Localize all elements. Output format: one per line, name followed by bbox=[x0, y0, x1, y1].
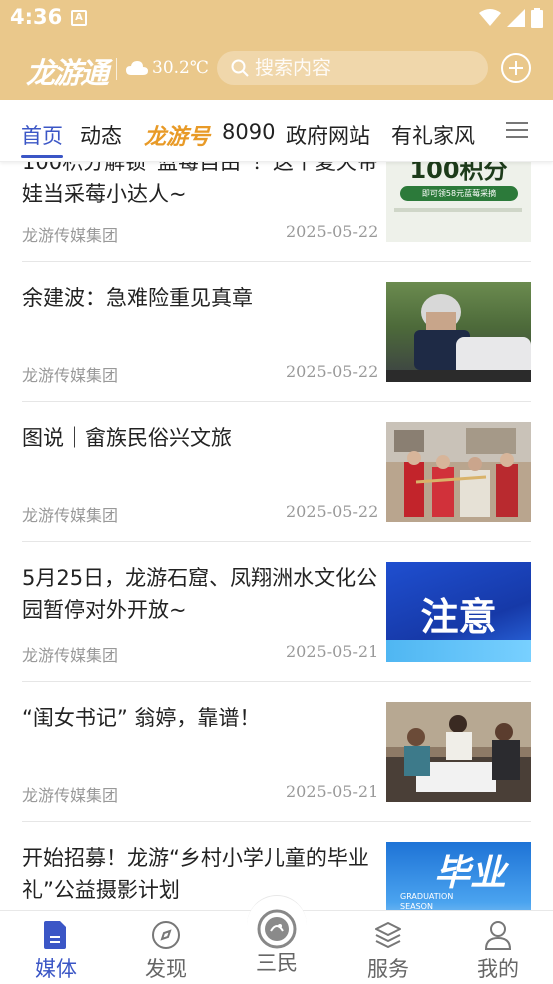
item-thumbnail bbox=[386, 422, 531, 522]
item-date: 2025-05-22 bbox=[286, 222, 379, 241]
thumb-headline: 毕业 bbox=[434, 853, 507, 894]
status-bar: 4:36 A bbox=[0, 0, 553, 36]
item-source: 龙游传媒集团 bbox=[22, 506, 119, 525]
cloud-icon bbox=[126, 61, 148, 75]
item-date: 2025-05-21 bbox=[286, 782, 379, 801]
item-thumbnail: 100积分 即可领58元蓝莓采摘 bbox=[386, 162, 531, 242]
list-item[interactable]: 100积分解锁“蓝莓自由”！这个夏天带娃当采莓小达人~ 龙游传媒集团 2025-… bbox=[22, 162, 531, 262]
item-source: 龙游传媒集团 bbox=[22, 366, 119, 385]
nav-label: 服务 bbox=[367, 957, 409, 981]
nav-label: 发现 bbox=[145, 957, 187, 981]
item-thumbnail: 注意 bbox=[386, 562, 531, 662]
item-source: 龙游传媒集团 bbox=[22, 786, 119, 805]
item-title: 开始招募！龙游“乡村小学儿童的毕业礼”公益摄影计划 bbox=[22, 846, 369, 902]
app-header: 龙游通 30.2℃ bbox=[0, 40, 553, 96]
item-title: 图说｜畲族民俗兴文旅 bbox=[22, 426, 232, 450]
news-feed: 100积分解锁“蓝莓自由”！这个夏天带娃当采莓小达人~ 龙游传媒集团 2025-… bbox=[0, 162, 553, 910]
item-date: 2025-05-22 bbox=[286, 502, 379, 521]
item-thumbnail bbox=[386, 702, 531, 802]
nav-discover[interactable]: 发现 bbox=[126, 919, 206, 983]
plus-icon bbox=[509, 61, 523, 75]
tab-family-tradition[interactable]: 有礼家风 bbox=[391, 120, 475, 150]
tab-government-site[interactable]: 政府网站 bbox=[286, 120, 370, 150]
tabs-menu-button[interactable] bbox=[506, 122, 528, 138]
thumb-headline: 注意 bbox=[420, 595, 497, 639]
app-logo[interactable]: 龙游通 bbox=[26, 50, 109, 92]
tab-dynamics[interactable]: 动态 bbox=[80, 120, 122, 150]
signal-icon bbox=[507, 9, 525, 27]
list-item[interactable]: 余建波：急难险重见真章 龙游传媒集团 2025-05-22 bbox=[22, 262, 531, 402]
thumb-subline: 即可领58元蓝莓采摘 bbox=[400, 186, 518, 201]
tab-longyouhao[interactable]: 龙游号 bbox=[144, 119, 210, 151]
item-title: 5月25日，龙游石窟、凤翔洲水文化公园暂停对外开放~ bbox=[22, 566, 378, 622]
notification-a-icon: A bbox=[71, 10, 87, 26]
thumb-subline: GRADUATION SEASON bbox=[400, 892, 454, 910]
thumb-headline: 100积分 bbox=[409, 162, 508, 184]
item-date: 2025-05-22 bbox=[286, 362, 379, 381]
nav-mine[interactable]: 我的 bbox=[458, 919, 538, 983]
meeting-photo bbox=[386, 702, 531, 802]
app-header-background: 4:36 A 龙游通 30.2℃ bbox=[0, 0, 553, 100]
nav-sanmin[interactable]: 三民 bbox=[237, 909, 317, 977]
document-icon bbox=[44, 921, 66, 949]
wifi-icon bbox=[479, 9, 501, 26]
police-photo bbox=[386, 294, 531, 382]
channel-tabs: 首页 动态 龙游号 8090 政府网站 有礼家风 bbox=[0, 100, 553, 162]
tab-8090[interactable]: 8090 bbox=[222, 120, 275, 144]
item-title: 100积分解锁“蓝莓自由”！这个夏天带娃当采莓小达人~ bbox=[22, 162, 378, 206]
nav-label: 我的 bbox=[477, 957, 519, 981]
temperature: 30.2℃ bbox=[152, 58, 209, 78]
item-source: 龙游传媒集团 bbox=[22, 646, 119, 665]
compass-icon bbox=[152, 921, 180, 949]
item-title: “闺女书记” 翁婷，靠谱！ bbox=[22, 706, 261, 730]
layers-icon bbox=[375, 922, 401, 948]
nav-label: 三民 bbox=[256, 951, 298, 975]
item-title: 余建波：急难险重见真章 bbox=[22, 286, 253, 310]
item-thumbnail bbox=[386, 282, 531, 382]
item-thumbnail: 毕业 GRADUATION SEASON bbox=[386, 842, 531, 910]
battery-icon bbox=[531, 8, 543, 28]
list-item[interactable]: “闺女书记” 翁婷，靠谱！ 龙游传媒集团 2025-05-21 bbox=[22, 682, 531, 822]
person-icon bbox=[484, 921, 512, 950]
search-icon bbox=[231, 59, 249, 77]
system-icons bbox=[479, 8, 543, 28]
nav-media[interactable]: 媒体 bbox=[16, 919, 96, 983]
search-bar[interactable] bbox=[217, 51, 488, 85]
add-button[interactable] bbox=[501, 53, 531, 83]
tab-home[interactable]: 首页 bbox=[21, 120, 63, 150]
three-people-icon bbox=[257, 909, 297, 949]
nav-service[interactable]: 服务 bbox=[348, 919, 428, 983]
tab-active-indicator bbox=[21, 155, 63, 158]
list-item[interactable]: 图说｜畲族民俗兴文旅 龙游传媒集团 2025-05-22 bbox=[22, 402, 531, 542]
status-time: 4:36 bbox=[10, 5, 63, 29]
item-date: 2025-05-21 bbox=[286, 642, 379, 661]
item-source: 龙游传媒集团 bbox=[22, 226, 119, 245]
header-divider bbox=[116, 58, 117, 80]
search-input[interactable] bbox=[255, 57, 475, 79]
bottom-navigation: 媒体 发现 三民 服务 我的 bbox=[0, 895, 553, 984]
nav-label: 媒体 bbox=[35, 957, 77, 981]
list-item[interactable]: 5月25日，龙游石窟、凤翔洲水文化公园暂停对外开放~ 龙游传媒集团 2025-0… bbox=[22, 542, 531, 682]
weather: 30.2℃ bbox=[126, 58, 209, 78]
folk-culture-photo bbox=[386, 422, 531, 517]
